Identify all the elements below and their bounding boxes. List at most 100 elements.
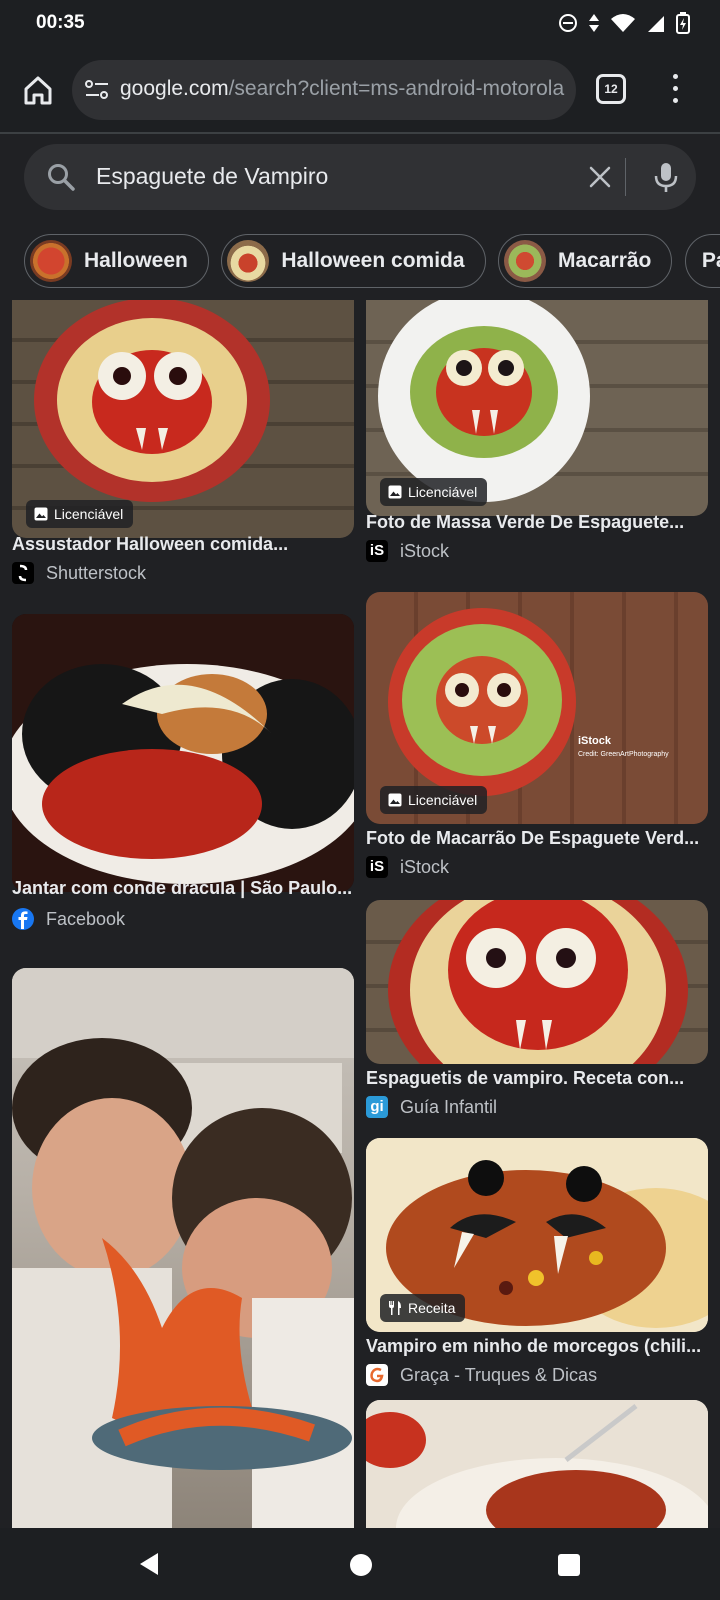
licensable-badge: Licenciável — [380, 478, 488, 506]
result-card[interactable]: Jantar com conde dracula | São Paulo... … — [12, 614, 354, 944]
svg-text:Credit: GreenArtPhotography: Credit: GreenArtPhotography — [578, 751, 669, 758]
mic-icon — [654, 163, 678, 192]
result-title: Jantar com conde dracula | São Paulo... — [12, 878, 353, 898]
result-source: iS iStock — [366, 540, 449, 562]
status-icons — [558, 12, 690, 34]
signal-icon — [648, 16, 664, 32]
istock-icon: iS — [366, 540, 388, 562]
browser-toolbar: google.com/search?client=ms-android-moto… — [0, 48, 720, 134]
result-card[interactable]: iStock Credit: GreenArtPhotography Licen… — [366, 592, 708, 882]
image-icon — [34, 507, 48, 521]
result-title: Foto de Macarrão De Espaguete Verd... — [366, 828, 700, 848]
result-title: Foto de Massa Verde De Espaguete... — [366, 512, 685, 532]
status-time: 00:35 — [36, 12, 85, 33]
url-path: /search?client=ms-android-motorola — [228, 77, 565, 100]
result-source: Facebook — [12, 908, 125, 930]
badge-label: Licenciável — [408, 484, 478, 500]
chip-halloween-comida[interactable]: Halloween comida — [221, 234, 486, 288]
result-card[interactable]: Espaguetis de vampiro. Receta con... gi … — [366, 900, 708, 1120]
battery-icon — [676, 12, 690, 34]
result-image: iStock Credit: GreenArtPhotography Licen… — [366, 592, 708, 824]
recipe-badge: Receita — [380, 1294, 466, 1322]
result-source: gi Guía Infantil — [366, 1096, 497, 1118]
badge-label: Receita — [408, 1300, 456, 1316]
source-name: Guía Infantil — [400, 1096, 498, 1117]
source-name: Facebook — [46, 908, 126, 929]
chip-label: Halloween comida — [281, 249, 465, 272]
status-bar: 00:35 — [0, 0, 720, 48]
result-image — [12, 968, 354, 1528]
do-not-disturb-icon — [559, 14, 577, 32]
result-card[interactable] — [366, 1400, 708, 1528]
wifi-icon — [611, 14, 635, 32]
data-arrows-icon — [589, 14, 599, 32]
chip-label: Pasta — [701, 249, 720, 272]
address-bar[interactable]: google.com/search?client=ms-android-moto… — [72, 60, 576, 120]
site-settings-icon[interactable] — [84, 78, 110, 102]
url-text: google.com/search?client=ms-android-moto… — [120, 77, 566, 101]
shutterstock-icon — [12, 562, 34, 584]
image-icon — [388, 485, 402, 499]
clear-search-button[interactable] — [584, 161, 616, 193]
result-image — [366, 1400, 708, 1528]
search-input[interactable]: Espaguete de Vampiro — [24, 144, 696, 210]
badge-label: Licenciável — [408, 792, 478, 808]
result-card[interactable] — [12, 968, 354, 1528]
result-card[interactable]: Receita Vampiro em ninho de morcegos (ch… — [366, 1138, 708, 1386]
result-image: Licenciável — [12, 300, 354, 538]
recents-icon[interactable] — [558, 1554, 580, 1576]
result-title: Assustador Halloween comida... — [12, 534, 289, 554]
fork-knife-icon — [389, 1301, 401, 1315]
back-icon[interactable] — [138, 1552, 160, 1576]
system-nav-bar — [0, 1528, 720, 1600]
result-source: iS iStock — [366, 856, 449, 878]
result-source: Shutterstock — [12, 562, 146, 584]
result-title: Vampiro em ninho de morcegos (chili... — [366, 1336, 702, 1356]
source-name: Graça - Truques & Dicas — [400, 1364, 598, 1385]
people-eating-spaghetti-picture — [12, 968, 354, 1528]
voice-search-button[interactable] — [648, 159, 684, 195]
chip-thumbnail — [30, 240, 72, 282]
chip-label: Macarrão — [558, 249, 652, 272]
search-divider — [625, 158, 626, 196]
chip-halloween[interactable]: Halloween — [24, 234, 209, 288]
dracula-dinner-picture — [12, 614, 354, 892]
result-card[interactable]: Licenciável Assustador Halloween comida.… — [12, 300, 354, 590]
licensable-badge: Licenciável — [380, 786, 488, 814]
result-title: Espaguetis de vampiro. Receta con... — [366, 1068, 685, 1088]
chip-thumbnail — [504, 240, 546, 282]
spaghetti-bolognese-picture — [366, 1400, 708, 1528]
istock-icon: iS — [366, 856, 388, 878]
url-host: google.com — [120, 77, 229, 100]
home-nav-icon[interactable] — [350, 1554, 372, 1576]
result-image: Receita — [366, 1138, 708, 1332]
image-icon — [388, 793, 402, 807]
result-image — [366, 900, 708, 1064]
filter-chips: Halloween Halloween comida Macarrão Past… — [24, 234, 720, 288]
chip-pasta[interactable]: Pasta — [684, 234, 720, 288]
svg-text:iStock: iStock — [578, 735, 612, 747]
home-icon — [24, 76, 52, 105]
search-icon — [48, 164, 75, 191]
source-name: Shutterstock — [46, 562, 147, 583]
chip-thumbnail — [227, 240, 270, 282]
chip-macarrao[interactable]: Macarrão — [498, 234, 673, 288]
result-source: Graça - Truques & Dicas — [366, 1364, 597, 1386]
home-button[interactable] — [18, 70, 58, 110]
badge-label: Licenciável — [54, 506, 124, 522]
vampire-spaghetti-closeup-picture — [388, 900, 688, 1064]
facebook-icon — [12, 908, 34, 930]
result-card[interactable]: Licenciável Foto de Massa Verde De Espag… — [366, 300, 708, 570]
source-name: iStock — [400, 540, 450, 561]
licensable-badge: Licenciável — [26, 500, 134, 528]
result-image: Licenciável — [366, 300, 708, 516]
tab-switcher-button[interactable]: 12 — [596, 74, 626, 104]
search-query: Espaguete de Vampiro — [96, 163, 329, 189]
more-options-icon[interactable] — [670, 74, 680, 108]
result-image — [12, 614, 354, 892]
graca-truques-icon — [366, 1364, 388, 1386]
close-icon — [589, 166, 611, 188]
chip-label: Halloween — [84, 249, 188, 272]
source-name: iStock — [400, 856, 450, 877]
guia-infantil-icon: gi — [366, 1096, 388, 1118]
